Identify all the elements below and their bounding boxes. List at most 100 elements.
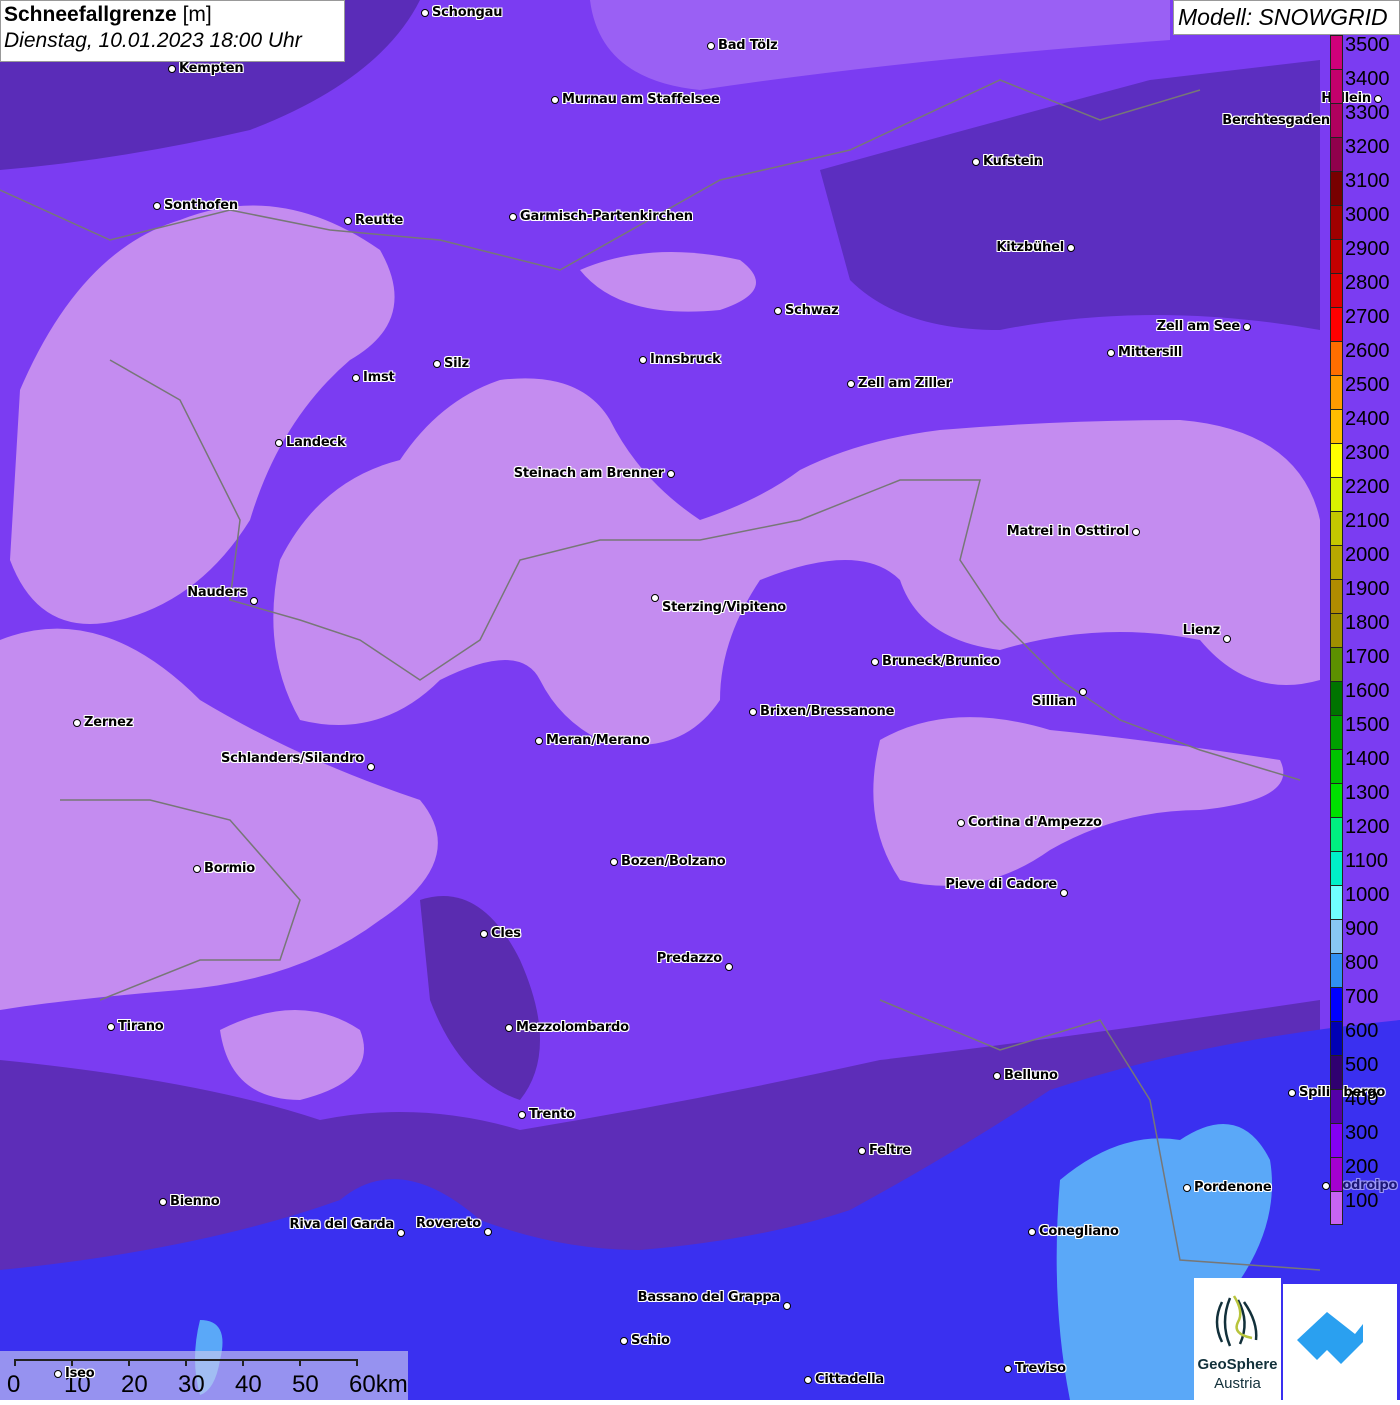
- legend-swatch: 900: [1330, 918, 1378, 953]
- legend-swatch: 700: [1330, 986, 1378, 1021]
- legend-swatch: 3100: [1330, 170, 1390, 205]
- legend-label: 3300: [1345, 102, 1390, 124]
- geosphere-emblem-icon: [1215, 1295, 1257, 1347]
- city-label: Bormio: [204, 861, 255, 876]
- legend-label: 3000: [1345, 204, 1390, 226]
- city-label: Iseo: [65, 1366, 95, 1381]
- scale-label: 50: [292, 1371, 319, 1398]
- legend-label: 700: [1345, 986, 1379, 1008]
- legend-label: 3100: [1345, 170, 1390, 192]
- legend-label: 3400: [1345, 68, 1390, 90]
- city-label: Rovereto: [415, 1216, 481, 1231]
- legend-label: 2400: [1345, 408, 1390, 430]
- city-label: Sterzing/Vipiteno: [662, 600, 787, 615]
- city-label: Kitzbühel: [996, 240, 1064, 255]
- legend-swatch: 1300: [1330, 782, 1390, 817]
- legend-label: 1900: [1345, 578, 1390, 600]
- city-label: Feltre: [869, 1143, 911, 1158]
- geosphere-country: Austria: [1214, 1375, 1261, 1392]
- legend-label: 2600: [1345, 340, 1390, 362]
- city-label: Meran/Merano: [546, 733, 650, 748]
- city-label: Tirano: [118, 1019, 164, 1034]
- legend-label: 800: [1345, 952, 1379, 974]
- legend-swatch: 1000: [1330, 884, 1390, 919]
- snowgrid-logo[interactable]: [1283, 1284, 1397, 1400]
- legend-swatch: 2400: [1330, 408, 1390, 443]
- city-label: Imst: [363, 370, 395, 385]
- snowline-map[interactable]: Schongau Kempten Bad Tölz Murnau am Staf…: [0, 0, 1400, 1400]
- city-label: Brixen/Bressanone: [760, 704, 895, 719]
- legend-label: 1600: [1345, 680, 1390, 702]
- city-label: Sonthofen: [164, 198, 238, 213]
- scale-tick: [185, 1359, 187, 1366]
- city-label: Kempten: [179, 61, 244, 76]
- city-label: Garmisch-Partenkirchen: [520, 209, 693, 224]
- map-title-box: Schneefallgrenze [m] Dienstag, 10.01.202…: [0, 0, 345, 62]
- city-label: Reutte: [355, 213, 404, 228]
- city-label: Innsbruck: [650, 352, 721, 367]
- legend-label: 1400: [1345, 748, 1390, 770]
- city-label: Steinach am Brenner: [513, 466, 664, 481]
- city-label: Cortina d'Ampezzo: [968, 815, 1102, 830]
- legend-swatch: 100: [1330, 1190, 1378, 1225]
- legend-swatch: 2500: [1330, 374, 1390, 409]
- geosphere-logo[interactable]: GeoSphere Austria: [1194, 1278, 1281, 1400]
- city-label: Kufstein: [983, 154, 1043, 169]
- legend-swatch: 1200: [1330, 816, 1390, 851]
- legend-label: 2700: [1345, 306, 1390, 328]
- legend-swatch: 1400: [1330, 748, 1390, 783]
- legend-label: 1800: [1345, 612, 1390, 634]
- city-label: Matrei in Osttirol: [1006, 524, 1129, 539]
- city-label: Schio: [631, 1333, 670, 1348]
- legend-swatch: 1800: [1330, 612, 1390, 647]
- city-label: Belluno: [1004, 1068, 1058, 1083]
- map-unit: [m]: [182, 3, 212, 26]
- legend-swatch: 2700: [1330, 306, 1390, 341]
- legend-label: 1700: [1345, 646, 1390, 668]
- model-label: Modell: SNOWGRID: [1173, 0, 1400, 35]
- legend-label: 1200: [1345, 816, 1390, 838]
- city-label: Bad Tölz: [718, 38, 778, 53]
- legend-swatch: 2900: [1330, 238, 1390, 273]
- city-label: Landeck: [286, 435, 346, 450]
- city-label: Schongau: [432, 5, 503, 20]
- legend-label: 2100: [1345, 510, 1390, 532]
- city-label: Pordenone: [1194, 1180, 1272, 1195]
- city-label: Treviso: [1015, 1361, 1066, 1376]
- legend-swatch: 2100: [1330, 510, 1390, 545]
- legend-label: 2000: [1345, 544, 1390, 566]
- legend-label: 2800: [1345, 272, 1390, 294]
- legend-label: 300: [1345, 1122, 1379, 1144]
- legend-swatch: 400: [1330, 1088, 1378, 1123]
- legend-label: 2200: [1345, 476, 1390, 498]
- city-label: Trento: [529, 1107, 575, 1122]
- city-label: Murnau am Staffelsee: [562, 92, 720, 107]
- city-label: Zernez: [84, 715, 134, 730]
- legend-swatch: 1700: [1330, 646, 1390, 681]
- legend-swatch: 500: [1330, 1054, 1378, 1089]
- legend-swatch: 2200: [1330, 476, 1390, 511]
- map-datetime: Dienstag, 10.01.2023 18:00 Uhr: [4, 29, 302, 52]
- scale-tick: [14, 1359, 16, 1366]
- city-label: Predazzo: [656, 951, 723, 966]
- city-label: Berchtesgaden: [1222, 113, 1330, 128]
- scale-tick: [356, 1359, 358, 1366]
- legend-label: 400: [1345, 1088, 1379, 1110]
- legend-label: 1000: [1345, 884, 1390, 906]
- scale-tick: [299, 1359, 301, 1366]
- legend-swatch: 2600: [1330, 340, 1390, 375]
- legend-label: 500: [1345, 1054, 1379, 1076]
- legend-swatch: 800: [1330, 952, 1378, 987]
- legend-label: 3200: [1345, 136, 1390, 158]
- legend-swatch: 200: [1330, 1156, 1378, 1191]
- scale-label: 60km: [349, 1371, 408, 1398]
- legend-label: 2900: [1345, 238, 1390, 260]
- city-label: Bassano del Grappa: [637, 1290, 781, 1305]
- scale-label: 0: [7, 1371, 21, 1398]
- legend-swatch: 2300: [1330, 442, 1390, 477]
- legend-swatch: 3000: [1330, 204, 1390, 239]
- city-label: Zell am Ziller: [858, 376, 952, 391]
- legend-label: 2500: [1345, 374, 1390, 396]
- scale-tick: [128, 1359, 130, 1366]
- legend-label: 3500: [1345, 34, 1390, 56]
